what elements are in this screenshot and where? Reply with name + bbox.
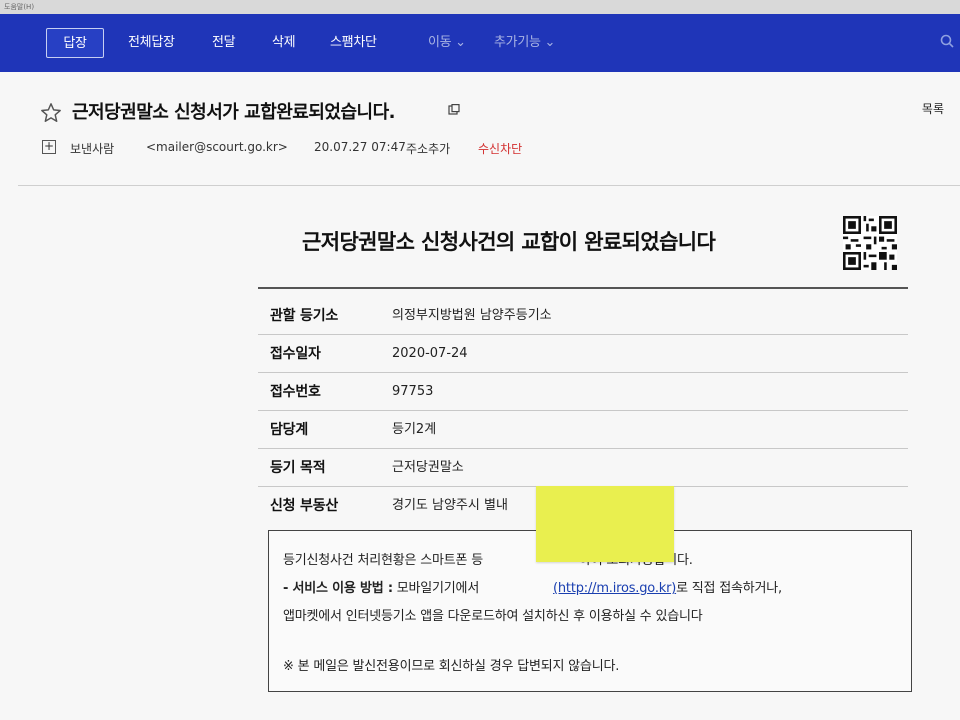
- notice-line-1-start: 등기신청사건 처리현황은 스마트폰 등: [283, 553, 483, 568]
- row-label: 접수일자: [270, 346, 321, 362]
- mail-view: 근저당권말소 신청서가 교합완료되었습니다. 목록 + 보낸사람 <mailer…: [0, 72, 960, 720]
- row-value: 경기도 남양주시 별내: [392, 498, 508, 513]
- move-dropdown[interactable]: 이동 ⌄: [428, 28, 466, 58]
- forward-button[interactable]: 전달: [212, 28, 236, 58]
- row-label: 담당계: [270, 422, 309, 438]
- row-value: 등기2계: [392, 422, 437, 437]
- more-dropdown[interactable]: 추가기능 ⌄: [494, 28, 555, 58]
- info-row-office: 관할 등기소 의정부지방법원 남양주등기소: [258, 297, 908, 335]
- delete-button[interactable]: 삭제: [272, 28, 296, 58]
- notice-line-2-start: 모바일기기에서: [392, 581, 484, 596]
- info-row-number: 접수번호 97753: [258, 373, 908, 411]
- table-top-rule: [258, 287, 908, 289]
- list-link[interactable]: 목록: [922, 100, 944, 117]
- row-value: 97753: [392, 384, 434, 399]
- row-label: 관할 등기소: [270, 308, 339, 324]
- service-label: - 서비스 이용 방법 :: [283, 581, 393, 596]
- add-contact-link[interactable]: 주소추가: [406, 140, 450, 157]
- mail-date: 20.07.27 07:47: [314, 140, 406, 154]
- row-value: 근저당권말소: [392, 460, 464, 475]
- info-row-team: 담당계 등기2계: [258, 411, 908, 449]
- sticky-note-overlay: [536, 486, 674, 562]
- sender-label: 보낸사람: [70, 142, 115, 156]
- notice-line-2: - 서비스 이용 방법 : 모바일기기에서 (http://m.iros.go.…: [283, 577, 782, 596]
- star-icon[interactable]: [40, 102, 62, 124]
- info-row-purpose: 등기 목적 근저당권말소: [258, 449, 908, 487]
- notice-line-2-end: 로 직접 접속하거나,: [676, 581, 782, 596]
- notice-line-4: ※ 본 메일은 발신전용이므로 회신하실 경우 답변되지 않습니다.: [283, 659, 620, 674]
- expand-plus-icon[interactable]: +: [42, 140, 56, 154]
- block-receive-link[interactable]: 수신차단: [478, 140, 522, 157]
- row-value: 의정부지방법원 남양주등기소: [392, 308, 552, 323]
- row-value: 2020-07-24: [392, 346, 468, 361]
- header-divider: [18, 185, 960, 186]
- row-label: 신청 부동산: [270, 498, 339, 514]
- search-icon[interactable]: [940, 34, 954, 48]
- popout-icon[interactable]: [448, 104, 460, 116]
- row-label: 접수번호: [270, 384, 321, 400]
- mail-subject: 근저당권말소 신청서가 교합완료되었습니다.: [72, 102, 396, 123]
- qr-code-icon: [843, 216, 897, 270]
- info-row-date: 접수일자 2020-07-24: [258, 335, 908, 373]
- notice-title: 근저당권말소 신청사건의 교합이 완료되었습니다: [302, 230, 716, 254]
- notice-line-3: 앱마켓에서 인터넷등기소 앱을 다운로드하여 설치하신 후 이용하실 수 있습니…: [283, 609, 703, 624]
- mail-toolbar: 답장 전체답장 전달 삭제 스팸차단 이동 ⌄ 추가기능 ⌄: [0, 14, 960, 72]
- window-title-strip: 도움말(H): [0, 0, 960, 14]
- spam-block-button[interactable]: 스팸차단: [330, 28, 377, 58]
- sender-email[interactable]: <mailer@scourt.go.kr>: [146, 140, 288, 154]
- row-label: 등기 목적: [270, 460, 326, 476]
- reply-button[interactable]: 답장: [46, 28, 104, 58]
- iros-mobile-link[interactable]: (http://m.iros.go.kr): [553, 581, 676, 596]
- reply-all-button[interactable]: 전체답장: [128, 28, 175, 58]
